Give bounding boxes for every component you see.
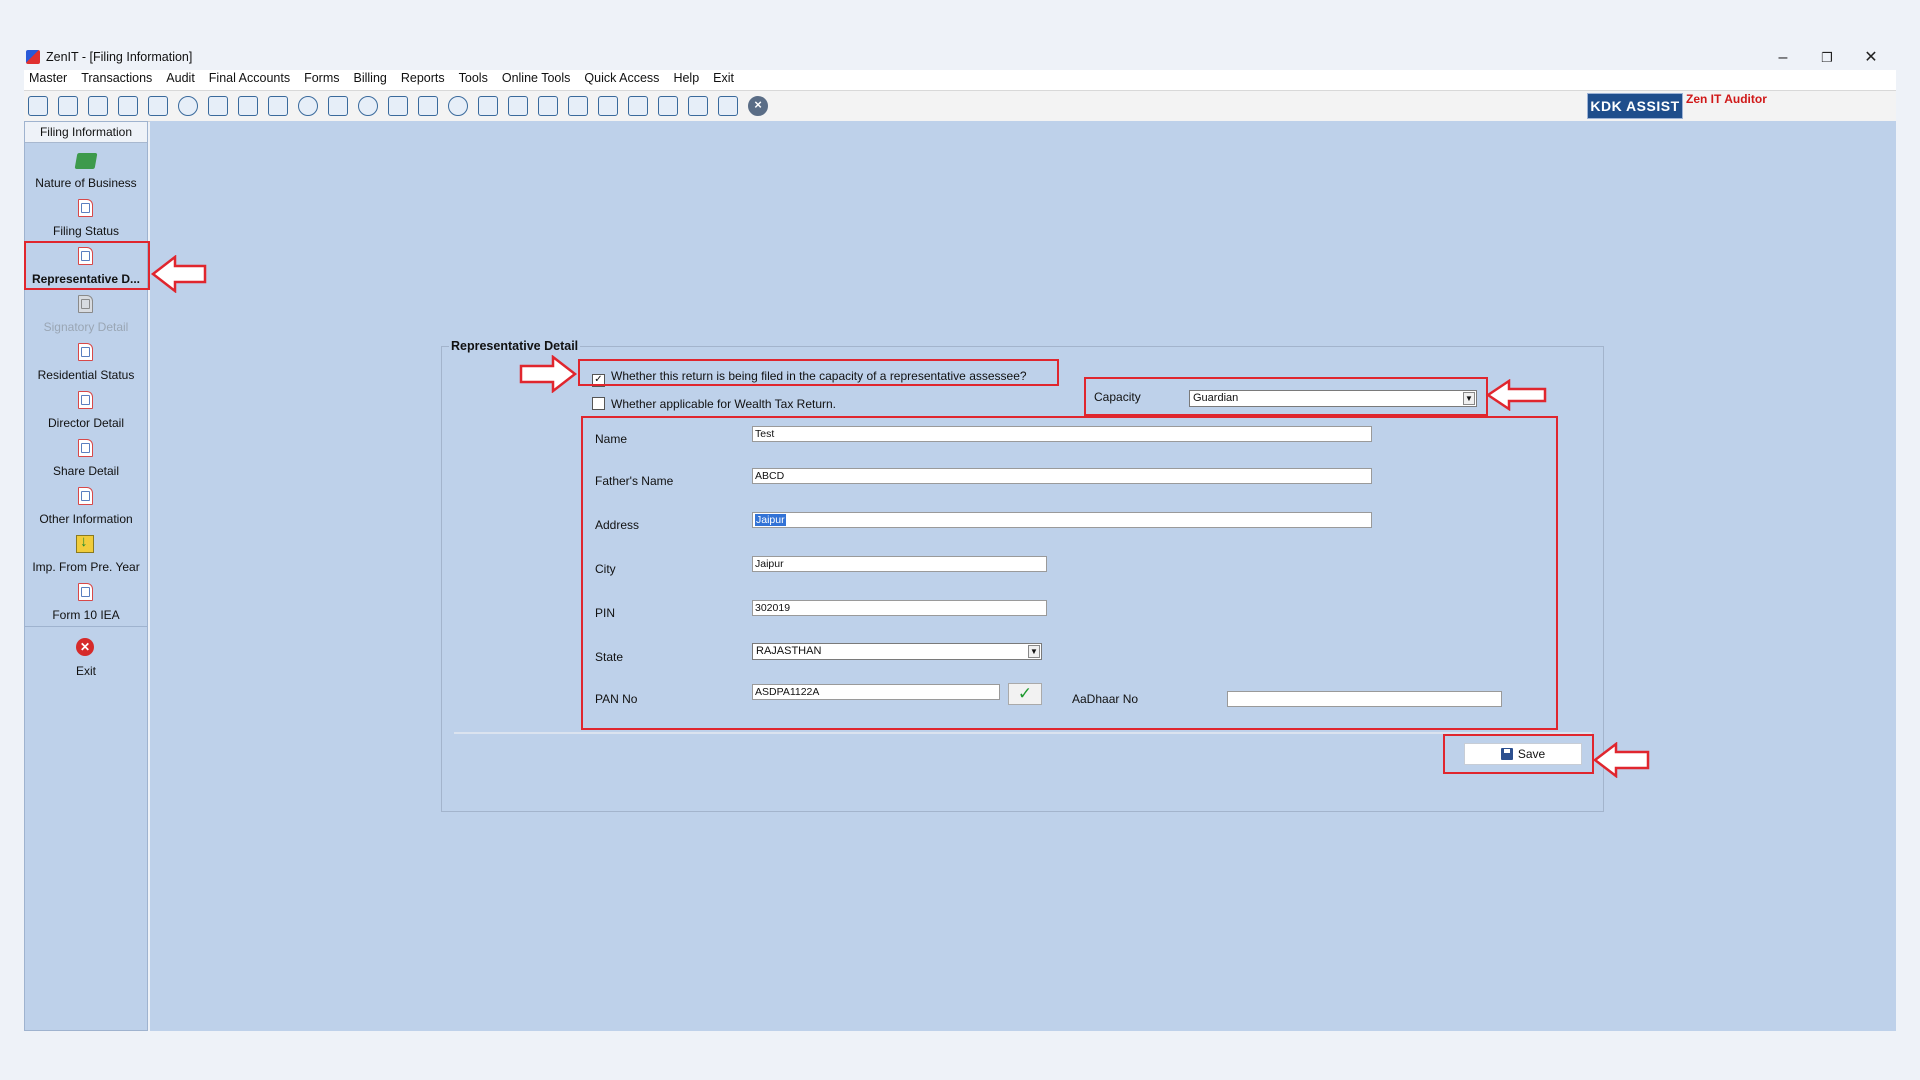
- annotation-box-capacity: [1084, 377, 1488, 416]
- sidebar-item-other-information[interactable]: Other Information: [25, 485, 147, 531]
- menu-audit[interactable]: Audit: [161, 70, 200, 86]
- toolbar-report-icon[interactable]: [478, 96, 498, 116]
- sidebar-item-residential-status[interactable]: Residential Status: [25, 341, 147, 387]
- annotation-arrow-save: [1592, 742, 1650, 778]
- sidebar-item-label: Signatory Detail: [43, 320, 129, 334]
- document-icon: [78, 487, 93, 505]
- document-icon: [78, 439, 93, 457]
- menu-billing[interactable]: Billing: [349, 70, 392, 86]
- annotation-box-sidebar: [24, 241, 150, 290]
- toolbar-edit-doc-icon[interactable]: [508, 96, 528, 116]
- toolbar-chart-icon[interactable]: [118, 96, 138, 116]
- annotation-box-representative-checkbox: [578, 359, 1059, 386]
- document-icon: [78, 583, 93, 601]
- wealth-tax-checkbox[interactable]: [592, 397, 605, 410]
- menu-master[interactable]: Master: [24, 70, 72, 86]
- sidebar-item-label: Director Detail: [47, 416, 125, 430]
- sidebar-header: Filing Information: [25, 122, 147, 143]
- document-icon: [78, 295, 93, 313]
- toolbar-3cd-icon[interactable]: [688, 96, 708, 116]
- toolbar-calculator-icon[interactable]: [328, 96, 348, 116]
- document-icon: [78, 199, 93, 217]
- sidebar-item-label: Share Detail: [52, 464, 120, 478]
- menu-reports[interactable]: Reports: [396, 70, 450, 86]
- toolbar: × KDK ASSIST Zen IT Auditor: [24, 91, 1896, 122]
- toolbar-home-icon[interactable]: [58, 96, 78, 116]
- menu-quick-access[interactable]: Quick Access: [579, 70, 664, 86]
- annotation-box-save: [1443, 734, 1594, 774]
- sidebar-item-exit[interactable]: ✕ Exit: [25, 636, 147, 682]
- window-title: ZenIT - [Filing Information]: [46, 50, 193, 64]
- menu-exit[interactable]: Exit: [708, 70, 739, 86]
- sidebar-item-label: Other Information: [39, 512, 133, 526]
- annotation-arrow-sidebar: [150, 255, 207, 293]
- toolbar-form-icon[interactable]: [718, 96, 738, 116]
- menu-bar: Master Transactions Audit Final Accounts For…: [24, 70, 1896, 91]
- sidebar-item-label: Exit: [75, 664, 96, 678]
- annotation-arrow-representative-checkbox: [519, 355, 578, 393]
- sidebar-item-label: Residential Status: [37, 368, 135, 382]
- sidebar-item-import-previous-year[interactable]: Imp. From Pre. Year: [25, 533, 147, 579]
- menu-tools[interactable]: Tools: [454, 70, 493, 86]
- toolbar-users-icon[interactable]: [178, 96, 198, 116]
- annotation-arrow-capacity: [1485, 379, 1547, 411]
- toolbar-folder-icon[interactable]: [568, 96, 588, 116]
- sidebar-item-signatory-detail: Signatory Detail: [25, 293, 147, 339]
- sidebar-item-filing-status[interactable]: Filing Status: [25, 197, 147, 243]
- kdk-assist-button[interactable]: KDK ASSIST: [1587, 93, 1683, 119]
- exit-icon: ✕: [76, 638, 94, 656]
- import-icon: [76, 533, 94, 553]
- sidebar-item-label: Imp. From Pre. Year: [32, 560, 140, 574]
- menu-final-accounts[interactable]: Final Accounts: [204, 70, 295, 86]
- toolbar-pay-icon[interactable]: [388, 96, 408, 116]
- wealth-tax-label: Whether applicable for Wealth Tax Return…: [611, 397, 837, 411]
- document-icon: [78, 391, 93, 409]
- sidebar-item-share-detail[interactable]: Share Detail: [25, 437, 147, 483]
- close-button[interactable]: ✕: [1854, 46, 1888, 70]
- toolbar-copy-icon[interactable]: [598, 96, 618, 116]
- form-divider: [454, 732, 1592, 734]
- app-icon: [26, 50, 40, 64]
- sidebar-item-director-detail[interactable]: Director Detail: [25, 389, 147, 435]
- sidebar-item-label: Form 10 IEA: [52, 608, 120, 622]
- toolbar-filter-icon[interactable]: [238, 96, 258, 116]
- toolbar-open-icon[interactable]: [28, 96, 48, 116]
- toolbar-stack-icon[interactable]: [658, 96, 678, 116]
- sidebar-divider: [25, 626, 147, 627]
- toolbar-calendar-icon[interactable]: [538, 96, 558, 116]
- toolbar-bs-icon[interactable]: [628, 96, 648, 116]
- menu-forms[interactable]: Forms: [299, 70, 344, 86]
- sidebar-item-label: Nature of Business: [35, 176, 137, 190]
- sidebar-item-form-10-iea[interactable]: Form 10 IEA: [25, 581, 147, 627]
- menu-transactions[interactable]: Transactions: [76, 70, 157, 86]
- sidebar-item-label: Filing Status: [52, 224, 120, 238]
- toolbar-book-icon[interactable]: [418, 96, 438, 116]
- menu-help[interactable]: Help: [668, 70, 704, 86]
- toolbar-pie-icon[interactable]: [358, 96, 378, 116]
- toolbar-info-icon[interactable]: [448, 96, 468, 116]
- group-title: Representative Detail: [449, 339, 581, 353]
- toolbar-gift-icon[interactable]: [148, 96, 168, 116]
- toolbar-refresh-icon[interactable]: [298, 96, 318, 116]
- toolbar-tax-icon[interactable]: [268, 96, 288, 116]
- sidebar-item-nature-of-business[interactable]: Nature of Business: [25, 149, 147, 195]
- annotation-box-detail-fields: [581, 416, 1558, 730]
- toolbar-tools-icon[interactable]: [208, 96, 228, 116]
- toolbar-close-icon[interactable]: ×: [748, 96, 768, 116]
- brand-text: Zen IT Auditor: [1686, 92, 1767, 106]
- wealth-tax-checkbox-row[interactable]: Whether applicable for Wealth Tax Return…: [592, 397, 836, 411]
- document-icon: [78, 343, 93, 361]
- title-bar: ZenIT - [Filing Information] – ❐ ✕: [24, 48, 1896, 72]
- money-icon: [74, 153, 98, 169]
- menu-online-tools[interactable]: Online Tools: [497, 70, 576, 86]
- minimize-button[interactable]: –: [1766, 46, 1800, 70]
- toolbar-ledger-icon[interactable]: [88, 96, 108, 116]
- restore-button[interactable]: ❐: [1810, 46, 1844, 70]
